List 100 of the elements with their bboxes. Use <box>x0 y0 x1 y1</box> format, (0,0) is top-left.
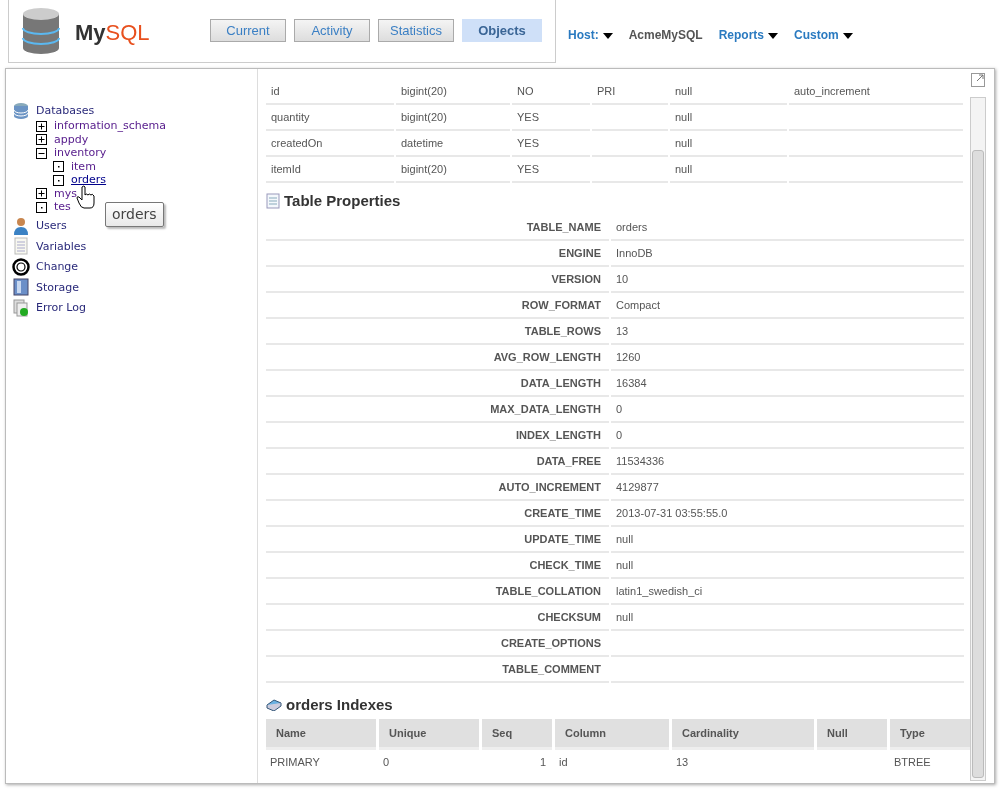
property-value: 0 <box>611 423 964 449</box>
property-name: MAX_DATA_LENGTH <box>266 397 609 423</box>
nav-tab[interactable]: Activity <box>294 19 370 42</box>
document-icon <box>266 193 280 209</box>
table-cell: PRI <box>592 79 668 105</box>
nav-tab[interactable]: Objects <box>462 19 542 42</box>
document-icon <box>12 237 30 255</box>
table-cell: null <box>670 131 787 157</box>
database-logo-icon <box>21 6 61 56</box>
property-value: 16384 <box>611 371 964 397</box>
caret-icon <box>842 32 853 39</box>
property-value: 0 <box>611 397 964 423</box>
table-cell: id <box>555 747 669 771</box>
column-header: Unique <box>379 719 479 747</box>
column-header: Seq <box>482 719 552 747</box>
property-name: ENGINE <box>266 241 609 267</box>
cabinet-icon <box>12 278 30 296</box>
sidebar-item[interactable]: Variables <box>36 238 87 255</box>
table-cell: PRIMARY <box>266 747 376 771</box>
sidebar-item[interactable]: Change <box>36 259 79 276</box>
nav-menu[interactable]: Reports <box>718 26 779 44</box>
table-cell: 0 <box>379 747 479 771</box>
property-name: DATA_LENGTH <box>266 371 609 397</box>
ring-icon <box>12 257 30 276</box>
table-cell: datetime <box>396 131 510 157</box>
property-name: CREATE_TIME <box>266 501 609 527</box>
host-menu[interactable]: Host: <box>568 26 613 44</box>
property-name: TABLE_ROWS <box>266 319 609 345</box>
property-name: CHECKSUM <box>266 605 609 631</box>
property-name: VERSION <box>266 267 609 293</box>
table-cell: createdOn <box>266 131 394 157</box>
tree-item[interactable]: mys <box>54 185 77 202</box>
expand-toggle-icon[interactable] <box>36 134 47 146</box>
sidebar-item[interactable]: Databases <box>36 103 95 120</box>
database-icon <box>12 101 30 120</box>
table-cell: YES <box>512 105 590 131</box>
table-cell: bigint(20) <box>396 105 510 131</box>
sidebar-item[interactable]: Storage <box>36 279 80 296</box>
scroll-thumb[interactable] <box>972 150 984 778</box>
nav-tab[interactable]: Statistics <box>378 19 454 42</box>
column-header: Null <box>817 719 887 747</box>
host-name: AcmeMySQL <box>628 27 703 44</box>
property-value: latin1_swedish_ci <box>611 579 964 605</box>
property-name: DATA_FREE <box>266 449 609 475</box>
column-header: Name <box>266 719 376 747</box>
property-value: 10 <box>611 267 964 293</box>
tree-item[interactable]: tes <box>54 199 71 216</box>
expand-toggle-icon[interactable] <box>36 188 47 200</box>
table-cell: bigint(20) <box>396 79 510 105</box>
table-cell: bigint(20) <box>396 157 510 183</box>
brand-name: MySQL <box>75 19 150 47</box>
expand-toggle-icon[interactable] <box>36 120 47 132</box>
table-cell: quantity <box>266 105 394 131</box>
property-name: CHECK_TIME <box>266 553 609 579</box>
property-value: null <box>611 605 964 631</box>
section-title: Table Properties <box>284 190 401 211</box>
property-value: 4129877 <box>611 475 964 501</box>
table-cell: auto_increment <box>789 79 963 105</box>
property-value: 1260 <box>611 345 964 371</box>
table-cell: YES <box>512 157 590 183</box>
sidebar-item[interactable]: Users <box>36 218 67 235</box>
user-icon <box>12 216 30 235</box>
property-name: UPDATE_TIME <box>266 527 609 553</box>
table-cell: null <box>670 157 787 183</box>
leaf-node-icon[interactable] <box>53 161 64 173</box>
column-header: Column <box>555 719 669 747</box>
caret-icon <box>602 32 613 39</box>
table-cell: NO <box>512 79 590 105</box>
property-value: null <box>611 553 964 579</box>
expand-icon[interactable] <box>971 73 985 87</box>
table-cell: 1 <box>482 747 552 771</box>
sidebar-item[interactable]: Error Log <box>36 300 86 317</box>
property-name: AUTO_INCREMENT <box>266 475 609 501</box>
nav-menu[interactable]: Custom <box>794 26 853 44</box>
property-name: TABLE_NAME <box>266 215 609 241</box>
table-cell: YES <box>512 131 590 157</box>
tooltip: orders <box>105 202 164 227</box>
property-name: TABLE_COMMENT <box>266 657 609 683</box>
property-value: orders <box>611 215 964 241</box>
property-name: AVG_ROW_LENGTH <box>266 345 609 371</box>
section-title: orders Indexes <box>286 694 393 715</box>
property-value: Compact <box>611 293 964 319</box>
documents-icon <box>12 298 30 317</box>
table-cell: itemId <box>266 157 394 183</box>
leaf-node-icon[interactable] <box>53 174 64 186</box>
table-cell: null <box>670 105 787 131</box>
table-cell: id <box>266 79 394 105</box>
caret-icon <box>768 32 779 39</box>
property-value: null <box>611 527 964 553</box>
property-value: 2013-07-31 03:55:55.0 <box>611 501 964 527</box>
property-value: 11534336 <box>611 449 964 475</box>
leaf-node-icon[interactable] <box>36 201 47 213</box>
property-name: INDEX_LENGTH <box>266 423 609 449</box>
scrollbar[interactable] <box>970 97 986 781</box>
collapse-toggle-icon[interactable] <box>36 147 47 159</box>
table-cell: 13 <box>672 747 814 771</box>
index-icon <box>266 699 282 711</box>
column-header: Cardinality <box>672 719 814 747</box>
table-cell: null <box>670 79 787 105</box>
property-value: 13 <box>611 319 964 345</box>
